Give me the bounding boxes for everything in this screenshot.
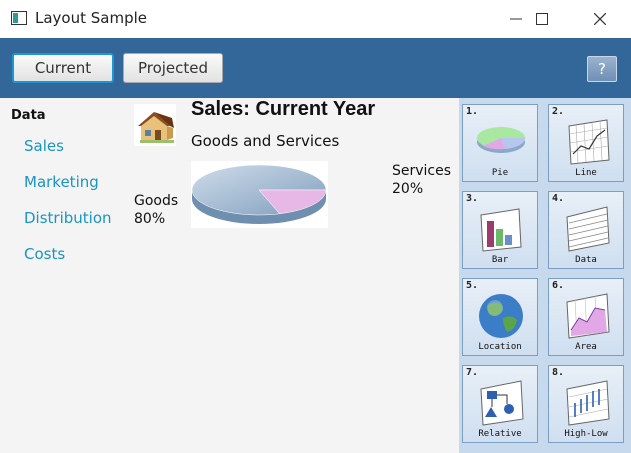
tile-area[interactable]: 6. Area: [548, 278, 624, 356]
data-table-icon: [566, 206, 610, 252]
tile-pie[interactable]: 1. Pie: [462, 104, 538, 182]
tile-label: Bar: [491, 255, 509, 265]
tile-bar[interactable]: 3. Bar: [462, 191, 538, 269]
house-icon: [134, 104, 176, 146]
tile-label: Area: [575, 342, 597, 352]
close-icon: [594, 13, 606, 25]
app-window-icon: [11, 11, 27, 25]
tile-data[interactable]: 4. Data: [548, 191, 624, 269]
sidebar-item-marketing[interactable]: Marketing: [24, 173, 99, 191]
tile-label: Line: [575, 168, 597, 178]
tile-label: Data: [575, 255, 597, 265]
projected-button[interactable]: Projected: [123, 53, 223, 83]
maximize-icon: [536, 13, 548, 25]
tile-label: Relative: [478, 429, 522, 439]
chart-type-grid: 1. Pie 2. Line 3. Bar 4. Data 5. Locatio…: [459, 98, 631, 453]
maximize-button[interactable]: [519, 0, 565, 38]
tile-high-low[interactable]: 8. High-Low: [548, 365, 624, 443]
sidebar-item-distribution[interactable]: Distribution: [24, 209, 112, 227]
pie-label-services: Services 20%: [392, 162, 451, 198]
pie-label-goods: Goods 80%: [134, 192, 178, 228]
sidebar-item-sales[interactable]: Sales: [24, 137, 64, 155]
sidebar-title: Data: [11, 108, 46, 123]
close-button[interactable]: [577, 0, 623, 38]
tile-location[interactable]: 5. Location: [462, 278, 538, 356]
help-button[interactable]: ?: [587, 56, 617, 82]
tile-relative[interactable]: 7. Relative: [462, 365, 538, 443]
tile-label: High-Low: [564, 429, 608, 439]
pie-chart-icon: [477, 127, 526, 153]
bar-chart-icon: [480, 208, 522, 252]
area-chart-icon: [566, 293, 610, 339]
line-chart-icon: [568, 119, 610, 165]
tile-line[interactable]: 2. Line: [548, 104, 624, 182]
pie-label-goods-name: Goods: [134, 193, 179, 209]
page-title: Sales: Current Year: [191, 98, 376, 120]
globe-icon: [479, 294, 523, 338]
tile-label: Location: [478, 342, 522, 352]
current-button[interactable]: Current: [12, 53, 114, 83]
window-title: Layout Sample: [35, 9, 148, 27]
page-subtitle: Goods and Services: [191, 132, 340, 150]
pie-label-services-name: Services: [392, 163, 452, 179]
pie-label-goods-value: 80%: [134, 211, 166, 227]
title-bar: Layout Sample: [0, 0, 631, 39]
relative-diagram-icon: [480, 380, 524, 426]
tile-label: Pie: [491, 168, 509, 178]
high-low-chart-icon: [566, 380, 610, 426]
pie-chart: [191, 161, 328, 228]
toolbar: Current Projected ?: [0, 38, 631, 98]
pie-label-services-value: 20%: [392, 181, 424, 197]
sidebar-item-costs[interactable]: Costs: [24, 245, 65, 263]
